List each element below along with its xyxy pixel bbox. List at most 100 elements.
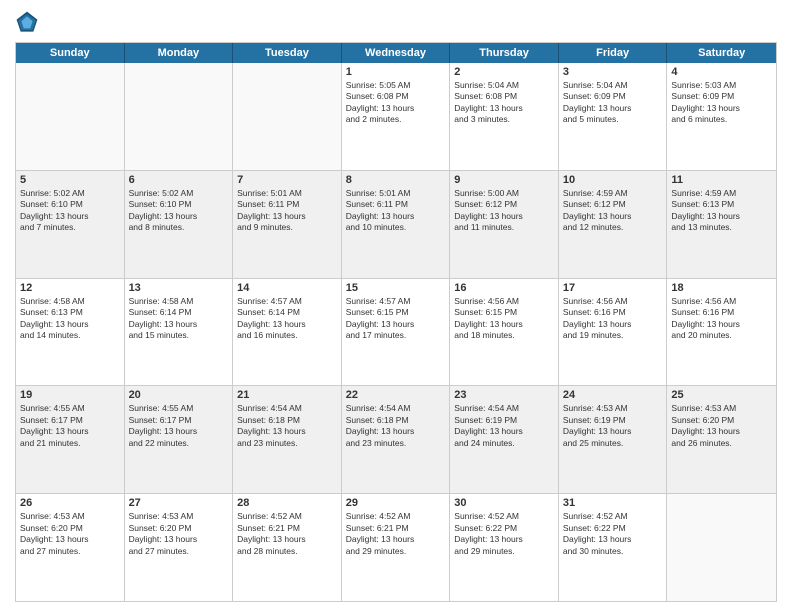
header-day-monday: Monday bbox=[125, 43, 234, 63]
header-day-tuesday: Tuesday bbox=[233, 43, 342, 63]
cell-info: Sunrise: 4:53 AM Sunset: 6:19 PM Dayligh… bbox=[563, 403, 663, 449]
header-day-friday: Friday bbox=[559, 43, 668, 63]
calendar-cell: 6 Sunrise: 5:02 AM Sunset: 6:10 PM Daylig… bbox=[125, 171, 234, 278]
header bbox=[15, 10, 777, 34]
day-number: 6 bbox=[129, 174, 229, 186]
cell-info: Sunrise: 5:03 AM Sunset: 6:09 PM Dayligh… bbox=[671, 80, 772, 126]
calendar-cell: 27 Sunrise: 4:53 AM Sunset: 6:20 PM Dayli… bbox=[125, 494, 234, 601]
cell-info: Sunrise: 5:01 AM Sunset: 6:11 PM Dayligh… bbox=[237, 188, 337, 234]
calendar-cell: 14 Sunrise: 4:57 AM Sunset: 6:14 PM Dayli… bbox=[233, 279, 342, 386]
calendar-cell: 19 Sunrise: 4:55 AM Sunset: 6:17 PM Dayli… bbox=[16, 386, 125, 493]
header-day-thursday: Thursday bbox=[450, 43, 559, 63]
calendar-row-2: 5 Sunrise: 5:02 AM Sunset: 6:10 PM Daylig… bbox=[16, 171, 776, 279]
cell-info: Sunrise: 4:52 AM Sunset: 6:21 PM Dayligh… bbox=[346, 511, 446, 557]
calendar-cell: 11Sunrise: 4:59 AM Sunset: 6:13 PM Dayli… bbox=[667, 171, 776, 278]
cell-info: Sunrise: 4:52 AM Sunset: 6:21 PM Dayligh… bbox=[237, 511, 337, 557]
cell-info: Sunrise: 5:00 AM Sunset: 6:12 PM Dayligh… bbox=[454, 188, 554, 234]
cell-info: Sunrise: 5:04 AM Sunset: 6:08 PM Dayligh… bbox=[454, 80, 554, 126]
day-number: 26 bbox=[20, 497, 120, 509]
calendar-cell: 3 Sunrise: 5:04 AM Sunset: 6:09 PM Daylig… bbox=[559, 63, 668, 170]
day-number: 3 bbox=[563, 66, 663, 78]
calendar-cell: 25 Sunrise: 4:53 AM Sunset: 6:20 PM Dayli… bbox=[667, 386, 776, 493]
day-number: 30 bbox=[454, 497, 554, 509]
day-number: 19 bbox=[20, 389, 120, 401]
calendar-cell: 10 Sunrise: 4:59 AM Sunset: 6:12 PM Dayli… bbox=[559, 171, 668, 278]
cell-info: Sunrise: 4:53 AM Sunset: 6:20 PM Dayligh… bbox=[671, 403, 772, 449]
day-number: 22 bbox=[346, 389, 446, 401]
cell-info: Sunrise: 5:04 AM Sunset: 6:09 PM Dayligh… bbox=[563, 80, 663, 126]
day-number: 1 bbox=[346, 66, 446, 78]
cell-info: Sunrise: 4:57 AM Sunset: 6:14 PM Dayligh… bbox=[237, 296, 337, 342]
day-number: 18 bbox=[671, 282, 772, 294]
day-number: 31 bbox=[563, 497, 663, 509]
cell-info: Sunrise: 4:55 AM Sunset: 6:17 PM Dayligh… bbox=[20, 403, 120, 449]
calendar-cell: 12 Sunrise: 4:58 AM Sunset: 6:13 PM Dayli… bbox=[16, 279, 125, 386]
day-number: 28 bbox=[237, 497, 337, 509]
cell-info: Sunrise: 4:52 AM Sunset: 6:22 PM Dayligh… bbox=[563, 511, 663, 557]
calendar-cell bbox=[16, 63, 125, 170]
cell-info: Sunrise: 5:02 AM Sunset: 6:10 PM Dayligh… bbox=[20, 188, 120, 234]
cell-info: Sunrise: 4:59 AM Sunset: 6:12 PM Dayligh… bbox=[563, 188, 663, 234]
calendar-cell: 30 Sunrise: 4:52 AM Sunset: 6:22 PM Dayli… bbox=[450, 494, 559, 601]
calendar-row-3: 12 Sunrise: 4:58 AM Sunset: 6:13 PM Dayli… bbox=[16, 279, 776, 387]
cell-info: Sunrise: 4:59 AM Sunset: 6:13 PM Dayligh… bbox=[671, 188, 772, 234]
calendar-cell: 18 Sunrise: 4:56 AM Sunset: 6:16 PM Dayli… bbox=[667, 279, 776, 386]
calendar-cell: 29Sunrise: 4:52 AM Sunset: 6:21 PM Dayli… bbox=[342, 494, 451, 601]
cell-info: Sunrise: 4:58 AM Sunset: 6:13 PM Dayligh… bbox=[20, 296, 120, 342]
day-number: 13 bbox=[129, 282, 229, 294]
day-number: 10 bbox=[563, 174, 663, 186]
page: SundayMondayTuesdayWednesdayThursdayFrid… bbox=[0, 0, 792, 612]
day-number: 15 bbox=[346, 282, 446, 294]
calendar-cell: 21 Sunrise: 4:54 AM Sunset: 6:18 PM Dayli… bbox=[233, 386, 342, 493]
calendar-cell: 15 Sunrise: 4:57 AM Sunset: 6:15 PM Dayli… bbox=[342, 279, 451, 386]
cell-info: Sunrise: 5:01 AM Sunset: 6:11 PM Dayligh… bbox=[346, 188, 446, 234]
day-number: 7 bbox=[237, 174, 337, 186]
calendar-cell: 8Sunrise: 5:01 AM Sunset: 6:11 PM Daylig… bbox=[342, 171, 451, 278]
day-number: 23 bbox=[454, 389, 554, 401]
day-number: 17 bbox=[563, 282, 663, 294]
day-number: 5 bbox=[20, 174, 120, 186]
calendar-cell: 16 Sunrise: 4:56 AM Sunset: 6:15 PM Dayli… bbox=[450, 279, 559, 386]
day-number: 12 bbox=[20, 282, 120, 294]
cell-info: Sunrise: 4:54 AM Sunset: 6:18 PM Dayligh… bbox=[237, 403, 337, 449]
cell-info: Sunrise: 5:02 AM Sunset: 6:10 PM Dayligh… bbox=[129, 188, 229, 234]
day-number: 9 bbox=[454, 174, 554, 186]
day-number: 27 bbox=[129, 497, 229, 509]
calendar-cell bbox=[233, 63, 342, 170]
cell-info: Sunrise: 5:05 AM Sunset: 6:08 PM Dayligh… bbox=[346, 80, 446, 126]
cell-info: Sunrise: 4:54 AM Sunset: 6:18 PM Dayligh… bbox=[346, 403, 446, 449]
calendar-cell: 7 Sunrise: 5:01 AM Sunset: 6:11 PM Daylig… bbox=[233, 171, 342, 278]
cell-info: Sunrise: 4:56 AM Sunset: 6:15 PM Dayligh… bbox=[454, 296, 554, 342]
day-number: 21 bbox=[237, 389, 337, 401]
day-number: 2 bbox=[454, 66, 554, 78]
header-day-wednesday: Wednesday bbox=[342, 43, 451, 63]
cell-info: Sunrise: 4:53 AM Sunset: 6:20 PM Dayligh… bbox=[129, 511, 229, 557]
calendar-header: SundayMondayTuesdayWednesdayThursdayFrid… bbox=[16, 43, 776, 63]
logo-icon bbox=[15, 10, 39, 34]
calendar-cell: 13 Sunrise: 4:58 AM Sunset: 6:14 PM Dayli… bbox=[125, 279, 234, 386]
cell-info: Sunrise: 4:58 AM Sunset: 6:14 PM Dayligh… bbox=[129, 296, 229, 342]
cell-info: Sunrise: 4:56 AM Sunset: 6:16 PM Dayligh… bbox=[671, 296, 772, 342]
cell-info: Sunrise: 4:57 AM Sunset: 6:15 PM Dayligh… bbox=[346, 296, 446, 342]
calendar-cell: 2 Sunrise: 5:04 AM Sunset: 6:08 PM Daylig… bbox=[450, 63, 559, 170]
cell-info: Sunrise: 4:53 AM Sunset: 6:20 PM Dayligh… bbox=[20, 511, 120, 557]
day-number: 25 bbox=[671, 389, 772, 401]
day-number: 16 bbox=[454, 282, 554, 294]
calendar-row-4: 19 Sunrise: 4:55 AM Sunset: 6:17 PM Dayli… bbox=[16, 386, 776, 494]
calendar-cell: 9 Sunrise: 5:00 AM Sunset: 6:12 PM Daylig… bbox=[450, 171, 559, 278]
calendar-cell: 20Sunrise: 4:55 AM Sunset: 6:17 PM Dayli… bbox=[125, 386, 234, 493]
day-number: 24 bbox=[563, 389, 663, 401]
calendar-cell: 22 Sunrise: 4:54 AM Sunset: 6:18 PM Dayli… bbox=[342, 386, 451, 493]
calendar-cell: 5 Sunrise: 5:02 AM Sunset: 6:10 PM Daylig… bbox=[16, 171, 125, 278]
day-number: 20 bbox=[129, 389, 229, 401]
calendar-cell bbox=[125, 63, 234, 170]
calendar-row-1: 1 Sunrise: 5:05 AM Sunset: 6:08 PM Daylig… bbox=[16, 63, 776, 171]
calendar-row-5: 26 Sunrise: 4:53 AM Sunset: 6:20 PM Dayli… bbox=[16, 494, 776, 601]
calendar-cell: 28 Sunrise: 4:52 AM Sunset: 6:21 PM Dayli… bbox=[233, 494, 342, 601]
day-number: 14 bbox=[237, 282, 337, 294]
calendar-cell: 26 Sunrise: 4:53 AM Sunset: 6:20 PM Dayli… bbox=[16, 494, 125, 601]
calendar-body: 1 Sunrise: 5:05 AM Sunset: 6:08 PM Daylig… bbox=[16, 63, 776, 601]
calendar-cell: 31 Sunrise: 4:52 AM Sunset: 6:22 PM Dayli… bbox=[559, 494, 668, 601]
header-day-sunday: Sunday bbox=[16, 43, 125, 63]
cell-info: Sunrise: 4:52 AM Sunset: 6:22 PM Dayligh… bbox=[454, 511, 554, 557]
